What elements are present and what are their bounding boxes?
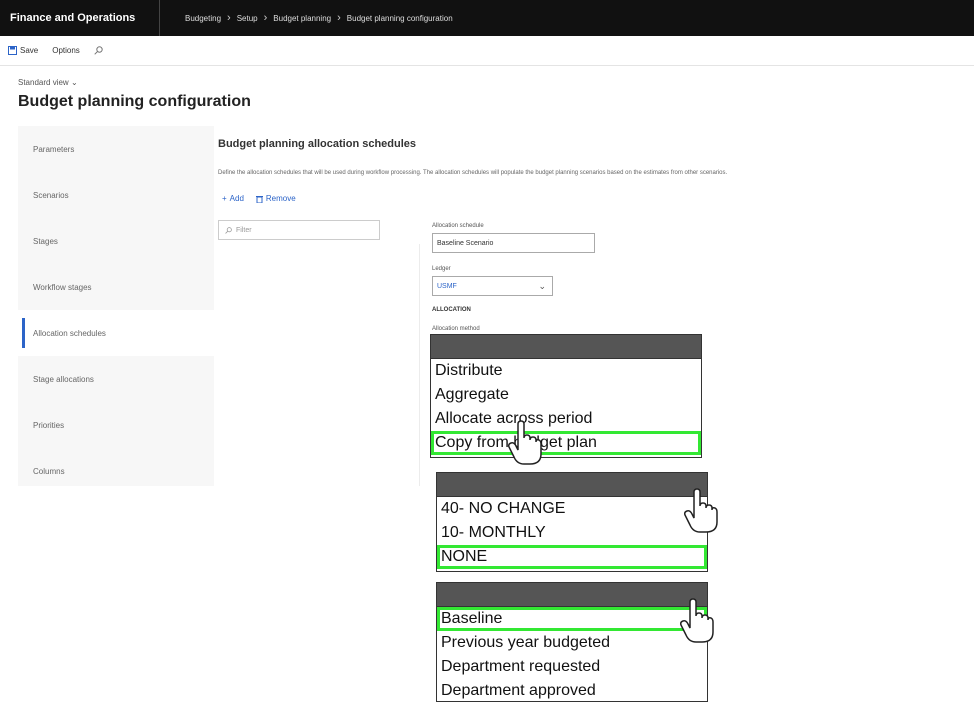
search-icon	[225, 226, 232, 234]
search-icon	[94, 46, 103, 55]
allocation-method-label: Allocation method	[432, 326, 480, 332]
filter-placeholder: Filter	[236, 226, 252, 234]
option-previous-year-budgeted[interactable]: Previous year budgeted	[437, 631, 707, 655]
hand-cursor-icon	[684, 488, 718, 533]
view-selector[interactable]: Standard view ⌄	[18, 78, 251, 87]
allocation-section-label: ALLOCATION	[432, 307, 471, 313]
add-label: Add	[229, 194, 244, 203]
breadcrumb-budgeting[interactable]: Budgeting	[185, 14, 221, 23]
sidebar: Parameters Scenarios Stages Workflow sta…	[18, 126, 214, 486]
options-button[interactable]: Options	[52, 46, 80, 55]
chevron-right-icon: ›	[227, 12, 231, 24]
save-label: Save	[20, 46, 39, 55]
allocation-schedule-field[interactable]: Baseline Scenario	[432, 233, 595, 253]
ledger-value: USMF	[437, 282, 457, 290]
sidebar-item-parameters[interactable]: Parameters	[18, 126, 214, 172]
filter-input[interactable]: Filter	[218, 220, 380, 240]
breadcrumb-budget-planning[interactable]: Budget planning	[273, 14, 331, 23]
app-title[interactable]: Finance and Operations	[0, 0, 160, 36]
hand-cursor-icon	[508, 420, 542, 465]
breadcrumb-budget-planning-configuration[interactable]: Budget planning configuration	[347, 14, 453, 23]
hand-cursor-icon	[680, 598, 714, 643]
remove-label: Remove	[265, 194, 296, 203]
search-button[interactable]	[94, 46, 103, 55]
option-department-requested[interactable]: Department requested	[437, 655, 707, 679]
breadcrumb-setup[interactable]: Setup	[237, 14, 258, 23]
source-scenario-dropdown[interactable]: Baseline Previous year budgeted Departme…	[436, 582, 708, 702]
option-baseline[interactable]: Baseline	[437, 607, 707, 631]
chevron-right-icon: ›	[337, 12, 341, 24]
page-title: Budget planning configuration	[18, 93, 251, 110]
allocation-key-dropdown[interactable]: 40- NO CHANGE 10- MONTHLY NONE	[436, 472, 708, 572]
option-aggregate[interactable]: Aggregate	[431, 383, 701, 407]
option-department-approved[interactable]: Department approved	[437, 679, 707, 703]
option-10-monthly[interactable]: 10- MONTHLY	[437, 521, 707, 545]
trash-icon	[255, 195, 263, 203]
breadcrumb: Budgeting › Setup › Budget planning › Bu…	[160, 12, 453, 24]
option-distribute[interactable]: Distribute	[431, 359, 701, 383]
option-none[interactable]: NONE	[437, 545, 707, 569]
sidebar-item-stages[interactable]: Stages	[18, 218, 214, 264]
sidebar-item-scenarios[interactable]: Scenarios	[18, 172, 214, 218]
chevron-down-icon: ⌄	[70, 78, 78, 87]
dropdown-header	[437, 583, 707, 607]
sidebar-item-workflow-stages[interactable]: Workflow stages	[18, 264, 214, 310]
sidebar-item-columns[interactable]: Columns	[18, 448, 214, 494]
section-title: Budget planning allocation schedules	[218, 138, 417, 150]
option-copy-from-budget-plan[interactable]: Copy from budget plan	[431, 431, 701, 455]
grid-actions: + Add Remove	[222, 194, 296, 203]
allocation-method-dropdown[interactable]: Distribute Aggregate Allocate across per…	[430, 334, 702, 458]
allocation-schedule-label: Allocation schedule	[432, 223, 484, 229]
dropdown-header	[437, 473, 707, 497]
app-window: Finance and Operations Budgeting › Setup…	[0, 0, 974, 705]
section-description: Define the allocation schedules that wil…	[218, 170, 728, 176]
plus-icon: +	[222, 194, 227, 203]
top-bar: Finance and Operations Budgeting › Setup…	[0, 0, 974, 36]
page-header: Standard view ⌄ Budget planning configur…	[18, 78, 251, 111]
option-allocate-across-period[interactable]: Allocate across period	[431, 407, 701, 431]
remove-button[interactable]: Remove	[255, 194, 296, 203]
save-icon	[8, 46, 17, 55]
add-button[interactable]: + Add	[222, 194, 244, 203]
ledger-select[interactable]: USMF ⌄	[432, 276, 553, 296]
schedule-list[interactable]	[218, 244, 420, 486]
sidebar-item-priorities[interactable]: Priorities	[18, 402, 214, 448]
ledger-label: Ledger	[432, 266, 451, 272]
chevron-right-icon: ›	[263, 12, 268, 24]
save-button[interactable]: Save	[8, 46, 38, 55]
sidebar-item-stage-allocations[interactable]: Stage allocations	[18, 356, 214, 402]
dropdown-header	[431, 335, 701, 359]
action-pane: Save Options	[0, 36, 974, 66]
sidebar-item-allocation-schedules[interactable]: Allocation schedules	[18, 310, 214, 356]
view-label: Standard view	[18, 78, 69, 87]
option-40-no-change[interactable]: 40- NO CHANGE	[437, 497, 707, 521]
chevron-down-icon: ⌄	[538, 280, 546, 291]
